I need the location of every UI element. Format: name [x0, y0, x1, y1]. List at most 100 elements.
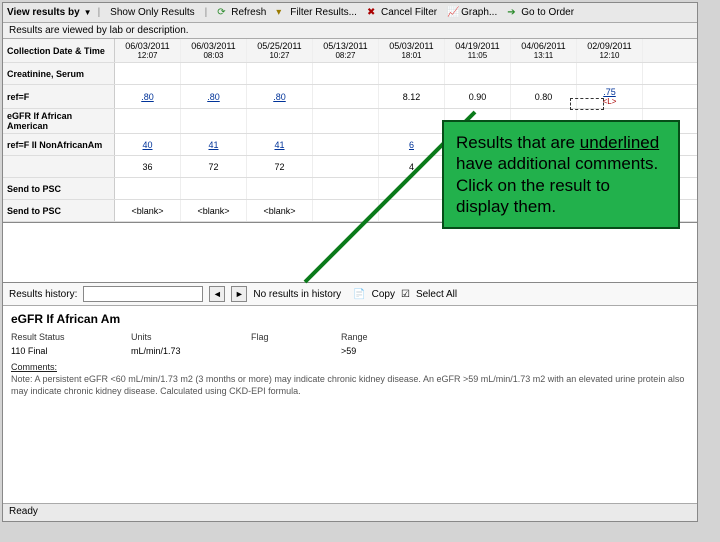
result-cell	[313, 85, 379, 108]
result-cell[interactable]: 40	[115, 134, 181, 155]
result-cell	[247, 178, 313, 199]
graph-button[interactable]: 📈 Graph...	[443, 6, 501, 20]
col-units: Units	[131, 332, 221, 342]
arrow-right-icon: ➔	[507, 7, 519, 19]
result-cell: 4	[379, 156, 445, 177]
result-cell	[313, 63, 379, 84]
date-header-cell: 05/13/201108:27	[313, 39, 379, 62]
go-to-order-button[interactable]: ➔ Go to Order	[503, 6, 578, 20]
result-cell	[115, 178, 181, 199]
result-cell	[577, 63, 643, 84]
result-cell: 0.90	[445, 85, 511, 108]
result-cell	[313, 134, 379, 155]
result-cell[interactable]: 41	[181, 134, 247, 155]
result-cell: 0.80	[511, 85, 577, 108]
result-cell	[313, 109, 379, 133]
select-all-icon[interactable]: ☑	[401, 289, 410, 300]
filter-icon: ▾	[276, 7, 288, 19]
app-window: View results by ▼ | Show Only Results | …	[2, 2, 698, 522]
view-results-by-label: View results by	[7, 7, 80, 18]
history-bar: Results history: ◄ ► No results in histo…	[3, 283, 697, 306]
result-cell	[115, 63, 181, 84]
select-all-button[interactable]: Select All	[416, 289, 457, 300]
grid-blank-area	[3, 223, 697, 283]
cancel-filter-button[interactable]: ✖ Cancel Filter	[363, 6, 441, 20]
toolbar: View results by ▼ | Show Only Results | …	[3, 3, 697, 23]
date-header-cell: 06/03/201112:07	[115, 39, 181, 62]
date-header-cell: 06/03/201108:03	[181, 39, 247, 62]
result-cell: 72	[181, 156, 247, 177]
comments-label: Comments:	[11, 362, 689, 372]
col-flag: Flag	[251, 332, 311, 342]
date-header-cell: 04/06/201113:11	[511, 39, 577, 62]
no-results-label: No results in history	[253, 289, 341, 300]
result-cell: <blank>	[247, 200, 313, 221]
result-cell	[313, 156, 379, 177]
grid-header-row: Collection Date & Time 06/03/201112:0706…	[3, 39, 697, 63]
result-cell	[379, 63, 445, 84]
result-cell	[379, 109, 445, 133]
separator: |	[98, 7, 101, 18]
filter-results-button[interactable]: ▾ Filter Results...	[272, 6, 361, 20]
row-label: Creatinine, Serum	[3, 63, 115, 84]
copy-icon[interactable]: 📄	[353, 289, 365, 300]
table-row: ref=F.80.80.808.120.900.80.75<L>	[3, 85, 697, 109]
status-bar: Ready	[3, 503, 697, 521]
result-cell	[247, 63, 313, 84]
dates-label: Collection Date & Time	[3, 39, 115, 62]
result-cell: 8.12	[379, 85, 445, 108]
comments-body: Note: A persistent eGFR <60 mL/min/1.73 …	[11, 374, 689, 397]
result-cell[interactable]: .75<L>	[577, 85, 643, 108]
dropdown-icon[interactable]: ▼	[84, 8, 92, 17]
row-label: Send to PSC	[3, 178, 115, 199]
result-cell: 72	[247, 156, 313, 177]
status-text: Ready	[9, 506, 38, 517]
result-cell	[115, 109, 181, 133]
val-result-status: 110 Final	[11, 346, 101, 356]
result-cell[interactable]: 41	[247, 134, 313, 155]
result-cell	[181, 109, 247, 133]
val-units: mL/min/1.73	[131, 346, 221, 356]
result-cell[interactable]: 6	[379, 134, 445, 155]
cancel-icon: ✖	[367, 7, 379, 19]
result-cell	[313, 200, 379, 221]
row-label: eGFR If African American	[3, 109, 115, 133]
row-label: ref=F II NonAfricanAm	[3, 134, 115, 155]
date-header-cell: 05/25/201110:27	[247, 39, 313, 62]
result-cell	[445, 63, 511, 84]
history-select[interactable]	[83, 286, 203, 302]
row-label: ref=F	[3, 85, 115, 108]
result-cell	[511, 63, 577, 84]
result-cell: <blank>	[181, 200, 247, 221]
result-cell	[379, 200, 445, 221]
row-label: Send to PSC	[3, 200, 115, 221]
val-flag	[251, 346, 311, 356]
history-prev-button[interactable]: ◄	[209, 286, 225, 302]
graph-icon: 📈	[447, 7, 459, 19]
date-header-cell: 02/09/201112:10	[577, 39, 643, 62]
result-cell[interactable]: .80	[115, 85, 181, 108]
history-label: Results history:	[9, 289, 77, 300]
refresh-button[interactable]: ⟳ Refresh	[213, 6, 270, 20]
result-cell	[181, 63, 247, 84]
result-cell[interactable]: .80	[181, 85, 247, 108]
result-cell	[181, 178, 247, 199]
col-range: Range	[341, 332, 401, 342]
date-header-cell: 04/19/201111:05	[445, 39, 511, 62]
result-cell	[313, 178, 379, 199]
comments-section: Comments: Note: A persistent eGFR <60 mL…	[3, 356, 697, 403]
copy-button[interactable]: Copy	[372, 289, 395, 300]
result-cell: <blank>	[115, 200, 181, 221]
refresh-icon: ⟳	[217, 7, 229, 19]
result-cell[interactable]: .80	[247, 85, 313, 108]
result-cell	[379, 178, 445, 199]
result-cell	[247, 109, 313, 133]
history-next-button[interactable]: ►	[231, 286, 247, 302]
row-label	[3, 156, 115, 177]
detail-grid: Result Status Units Flag Range 110 Final…	[3, 332, 697, 356]
col-result-status: Result Status	[11, 332, 101, 342]
show-only-results-button[interactable]: Show Only Results	[106, 6, 198, 19]
table-row: Creatinine, Serum	[3, 63, 697, 85]
date-header-cell: 05/03/201118:01	[379, 39, 445, 62]
detail-title: eGFR If African Am	[3, 306, 697, 328]
